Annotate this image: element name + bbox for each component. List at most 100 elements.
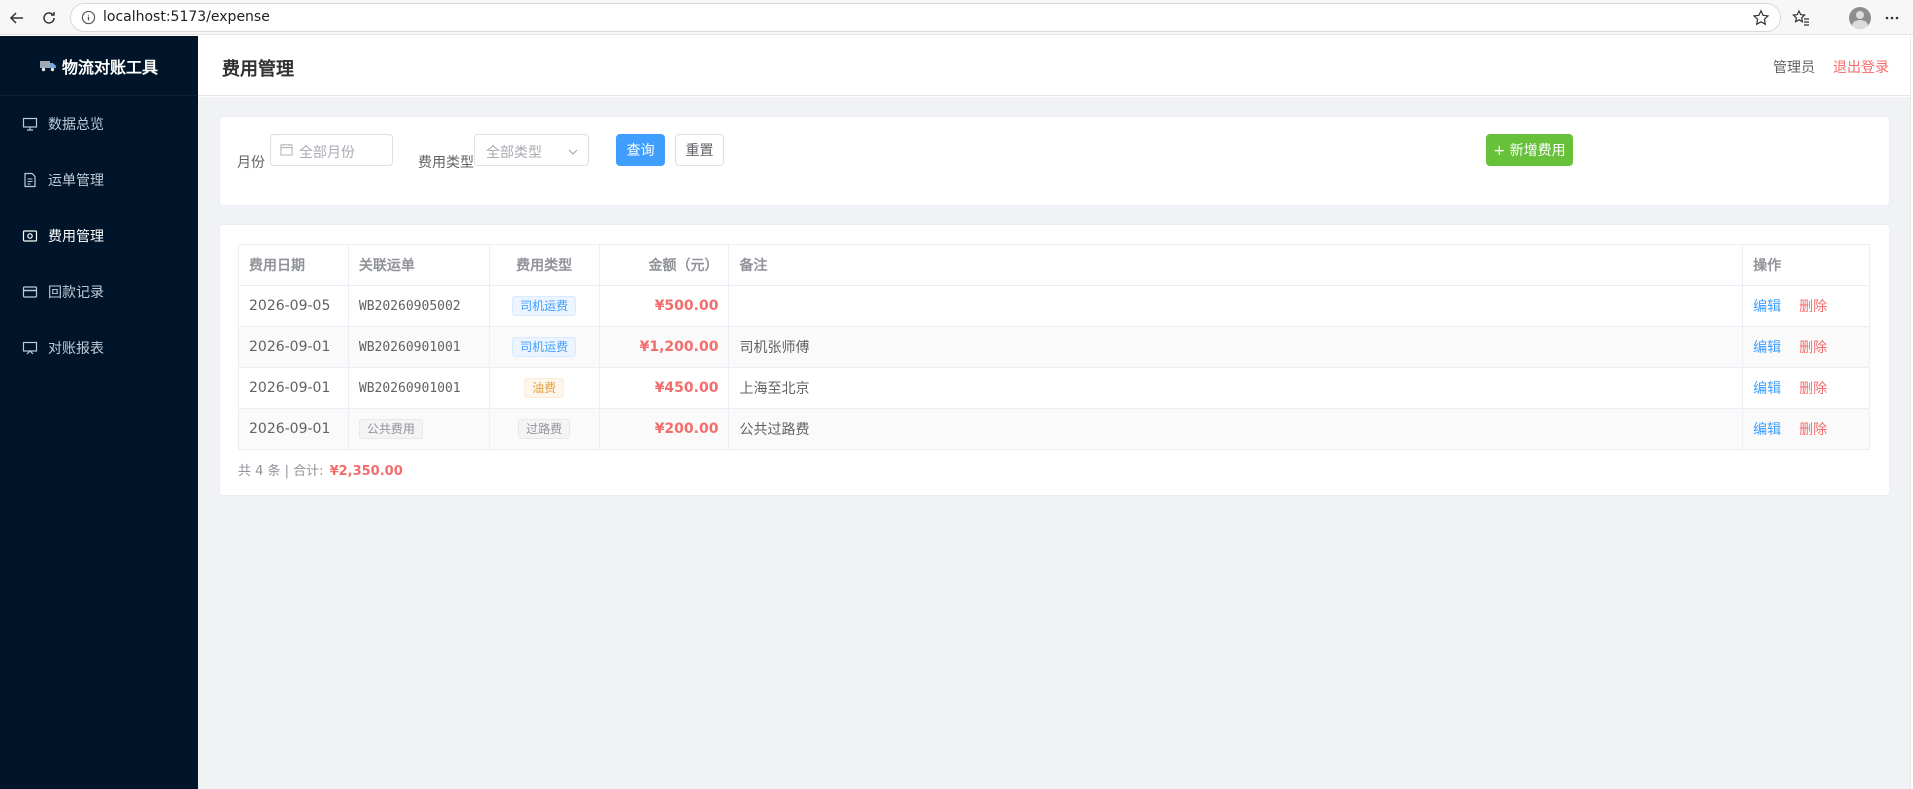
- sidebar-item-overview[interactable]: 数据总览: [0, 96, 198, 152]
- type-tag: 司机运费: [512, 296, 577, 316]
- table-row: 2026-09-01 公共费用 过路费 ¥200.00 公共过路费 编辑 删除: [239, 409, 1869, 450]
- cell-actions: 编辑 删除: [1743, 327, 1869, 367]
- sidebar-item-label: 对账报表: [48, 341, 104, 357]
- edit-link[interactable]: 编辑: [1753, 419, 1781, 439]
- table-row: 2026-09-01 WB20260901001 油费 ¥450.00 上海至北…: [239, 368, 1869, 409]
- info-icon[interactable]: [81, 10, 96, 29]
- delete-link[interactable]: 删除: [1799, 296, 1827, 316]
- truck-icon: [39, 60, 56, 72]
- cell-date: 2026-09-01: [239, 327, 349, 367]
- type-tag: 司机运费: [512, 337, 577, 357]
- col-actions-header: 操作: [1753, 258, 1782, 274]
- chevron-down-icon: [568, 145, 578, 161]
- edit-link[interactable]: 编辑: [1753, 378, 1781, 398]
- sidebar-item-expenses[interactable]: 费用管理: [0, 208, 198, 264]
- filter-card: 月份 全部月份 费用类型 全部类型 查询 重置 + 新增费用: [219, 116, 1890, 206]
- star-icon[interactable]: [1752, 9, 1770, 31]
- monitor-icon: [22, 116, 38, 132]
- more-button[interactable]: [1878, 4, 1906, 32]
- cell-actions: 编辑 删除: [1743, 286, 1869, 326]
- cell-amount: ¥1,200.00: [600, 327, 730, 367]
- cell-waybill: WB20260901001: [349, 327, 490, 367]
- credit-card-icon: [22, 284, 38, 300]
- cell-type: 司机运费: [490, 327, 600, 367]
- expense-table: 费用日期 关联运单 费用类型 金额（元） 备注 操作 2026-09-05 WB…: [238, 244, 1870, 450]
- chart-board-icon: [22, 340, 38, 356]
- reset-button[interactable]: 重置: [675, 134, 724, 166]
- profile-button[interactable]: [1846, 4, 1874, 32]
- cell-date: 2026-09-01: [239, 368, 349, 408]
- month-picker[interactable]: 全部月份: [270, 134, 393, 166]
- month-placeholder: 全部月份: [299, 145, 355, 161]
- sidebar: 物流对账工具 数据总览 运单管理 费用管理 回款记录 对账报表: [0, 36, 198, 789]
- month-label: 月份: [237, 155, 265, 171]
- more-icon: [1885, 16, 1899, 20]
- sidebar-item-label: 回款记录: [48, 285, 104, 301]
- cell-actions: 编辑 删除: [1743, 368, 1869, 408]
- back-button[interactable]: [4, 5, 30, 31]
- summary-count: 共 4 条 | 合计:: [238, 464, 324, 479]
- cell-date: 2026-09-01: [239, 409, 349, 449]
- browser-toolbar: localhost:5173/expense: [0, 0, 1913, 35]
- cell-amount: ¥200.00: [600, 409, 730, 449]
- table-row: 2026-09-01 WB20260901001 司机运费 ¥1,200.00 …: [239, 327, 1869, 368]
- page-title: 费用管理: [222, 59, 294, 80]
- delete-link[interactable]: 删除: [1799, 378, 1827, 398]
- page-header: 费用管理 管理员 退出登录: [198, 36, 1913, 96]
- address-bar[interactable]: localhost:5173/expense: [70, 3, 1781, 32]
- col-amount-header: 金额（元）: [600, 245, 730, 285]
- favorites-icon: [1792, 9, 1809, 26]
- sidebar-item-reports[interactable]: 对账报表: [0, 320, 198, 376]
- col-type-header: 费用类型: [490, 245, 600, 285]
- table-summary: 共 4 条 | 合计: ¥2,350.00: [238, 460, 403, 479]
- table-row: 2026-09-05 WB20260905002 司机运费 ¥500.00 编辑…: [239, 286, 1869, 327]
- sidebar-item-label: 运单管理: [48, 173, 104, 189]
- url-text: localhost:5173/expense: [103, 9, 270, 25]
- wallet-icon: [22, 228, 38, 244]
- edit-link[interactable]: 编辑: [1753, 337, 1781, 357]
- sidebar-item-label: 费用管理: [48, 229, 104, 245]
- type-tag: 过路费: [518, 419, 571, 439]
- type-select[interactable]: 全部类型: [474, 134, 589, 166]
- type-label: 费用类型: [418, 155, 474, 171]
- table-card: 费用日期 关联运单 费用类型 金额（元） 备注 操作 2026-09-05 WB…: [219, 224, 1890, 496]
- cell-remark: 上海至北京: [729, 368, 1744, 408]
- logo-text: 物流对账工具: [61, 57, 158, 77]
- type-placeholder: 全部类型: [486, 145, 542, 161]
- cell-remark: 司机张师傅: [729, 327, 1744, 367]
- arrow-left-icon: [9, 12, 23, 24]
- delete-link[interactable]: 删除: [1799, 337, 1827, 357]
- cell-amount: ¥500.00: [600, 286, 730, 326]
- edit-link[interactable]: 编辑: [1753, 296, 1781, 316]
- sidebar-item-label: 数据总览: [48, 117, 104, 133]
- cell-waybill: WB20260901001: [349, 368, 490, 408]
- reload-icon: [43, 12, 55, 24]
- query-button[interactable]: 查询: [616, 134, 665, 166]
- user-name: 管理员: [1773, 60, 1815, 76]
- cell-remark: [729, 286, 1744, 326]
- favorites-button[interactable]: [1787, 4, 1815, 32]
- reload-button[interactable]: [36, 5, 62, 31]
- cell-amount: ¥450.00: [600, 368, 730, 408]
- col-date-header: 费用日期: [239, 245, 349, 285]
- public-expense-tag: 公共费用: [358, 419, 423, 439]
- summary-total: ¥2,350.00: [329, 464, 403, 479]
- app-logo: 物流对账工具: [0, 36, 198, 96]
- logout-link[interactable]: 退出登录: [1833, 57, 1889, 77]
- sidebar-item-waybills[interactable]: 运单管理: [0, 152, 198, 208]
- main-content: 月份 全部月份 费用类型 全部类型 查询 重置 + 新增费用 费用日期 关联运单…: [198, 97, 1913, 789]
- type-tag: 油费: [524, 378, 565, 398]
- cell-waybill: 公共费用: [349, 409, 490, 449]
- cell-type: 油费: [490, 368, 600, 408]
- cell-type: 司机运费: [490, 286, 600, 326]
- col-remark-header: 备注: [729, 245, 1744, 285]
- col-waybill-header: 关联运单: [349, 245, 490, 285]
- sidebar-item-payments[interactable]: 回款记录: [0, 264, 198, 320]
- document-icon: [22, 172, 38, 188]
- table-header: 费用日期 关联运单 费用类型 金额（元） 备注 操作: [239, 245, 1869, 286]
- add-expense-button[interactable]: + 新增费用: [1486, 134, 1573, 166]
- delete-link[interactable]: 删除: [1799, 419, 1827, 439]
- calendar-icon: [280, 143, 293, 160]
- cell-waybill: WB20260905002: [349, 286, 490, 326]
- avatar-icon: [1849, 7, 1871, 29]
